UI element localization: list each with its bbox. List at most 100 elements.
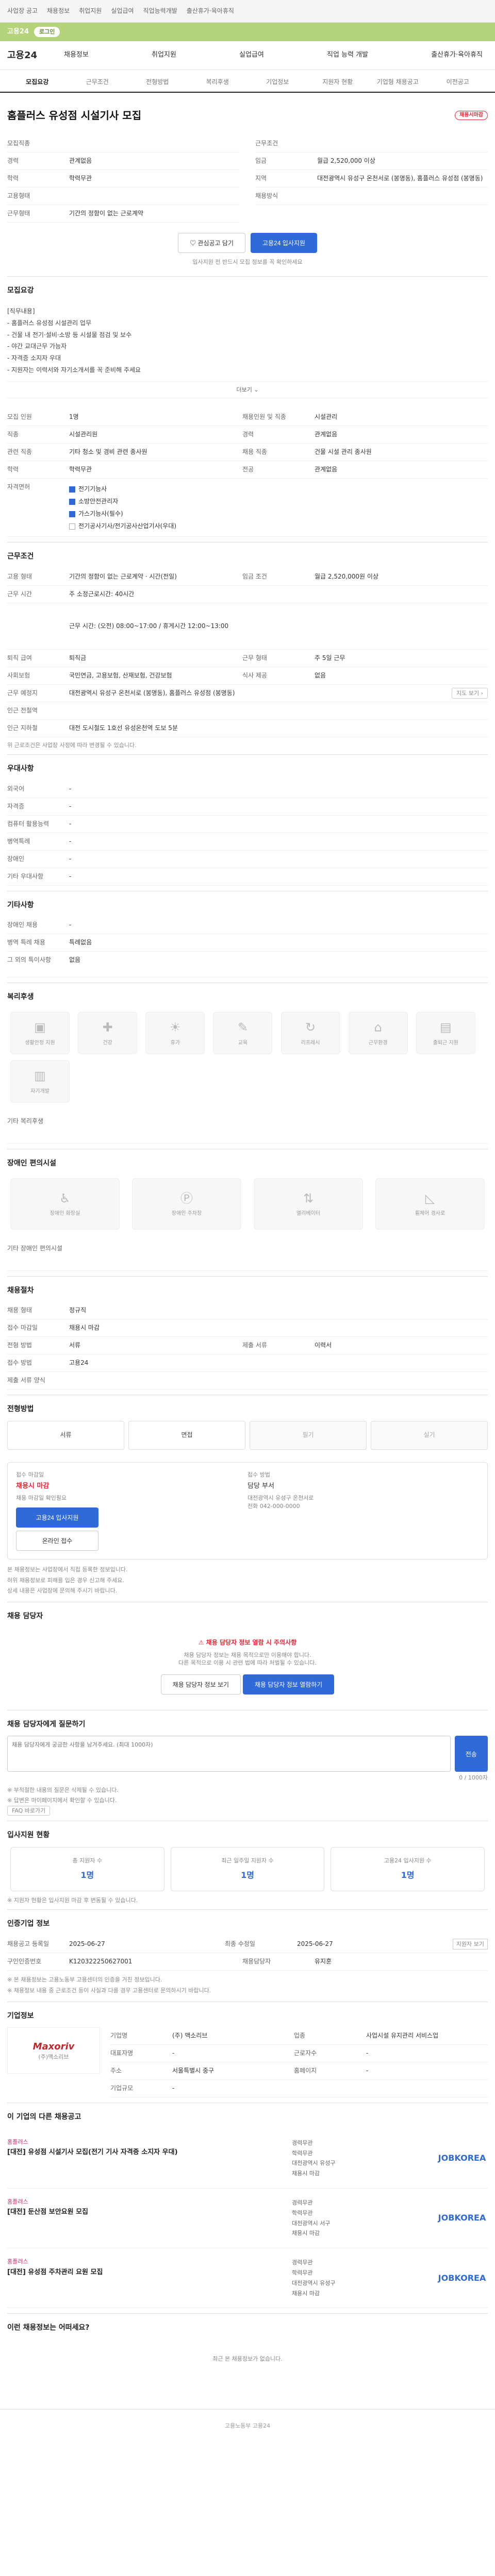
recruit-heading: 모집요강 xyxy=(7,286,34,295)
work-note: 위 근로조건은 사업장 사정에 따라 변경될 수 있습니다. xyxy=(7,741,137,749)
tab-conditions[interactable]: 근무조건 xyxy=(68,78,128,92)
wheelchair-icon: ♿ xyxy=(59,1191,71,1206)
welfare-item: ✎ 교육 xyxy=(213,1011,273,1054)
top-link-2[interactable]: 채용정보 xyxy=(47,7,70,15)
job-header: 홈플러스 유성점 시설기사 모집 채용시마감 모집직종 경력 관계없음 학력 학력무관… xyxy=(7,93,488,276)
license-item: 가스기능사(필수) xyxy=(69,507,488,520)
company-section: 기업정보 Maxoriv (주)맥소리브 기업명 (주) 맥소리브 업종 사업시설 유… xyxy=(7,2001,488,2103)
job-card[interactable]: 홈플러스 [대전] 유성점 주차관리 요원 모집 경력무관 학력무관 대전광역시 유성… xyxy=(7,2248,488,2309)
open-manager-button[interactable]: 채용 담당자 정보 열람하기 xyxy=(242,1674,335,1694)
nav-item-support[interactable]: 취업지원 xyxy=(152,50,176,60)
checkbox-icon xyxy=(69,523,75,530)
jobkorea-logo: JOBKOREA xyxy=(438,2213,486,2223)
nav-item-leave[interactable]: 출산휴가·육아휴직 xyxy=(431,50,483,60)
apply-contact-box: 접수 마감일 채용시 마감 채용 마감일 확인필요 고용24 입사지원 온라인 … xyxy=(7,1462,488,1560)
license-item: 전기공사기사/전기공사산업기사(우대) xyxy=(69,520,488,532)
apply-button-2[interactable]: 고용24 입사지원 xyxy=(16,1507,98,1528)
deadline-badge: 채용시마감 xyxy=(455,111,488,120)
empty-message: 최근 본 채용정보가 없습니다. xyxy=(212,2355,283,2362)
tab-recruit[interactable]: 모집요강 xyxy=(7,78,68,92)
question-input[interactable] xyxy=(7,1736,451,1772)
refresh-icon: ↻ xyxy=(305,1020,316,1035)
welfare-item: ▥ 자기개발 xyxy=(10,1060,70,1103)
welfare-item: ✚ 건강 xyxy=(78,1011,138,1054)
salary-value: 월급 2,520,000 이상 xyxy=(317,157,375,165)
steps-section: 전형방법 서류 면접 필기 실기 접수 마감일 채용시 마감 채용 마감일 확인… xyxy=(7,1395,488,1602)
step-interview: 면접 xyxy=(128,1420,245,1450)
applicant-count: 1명 xyxy=(80,1870,94,1880)
nav-item-benefit[interactable]: 실업급여 xyxy=(239,50,264,60)
step-written: 필기 xyxy=(250,1420,367,1450)
more-button[interactable]: 더보기 ⌄ xyxy=(7,381,488,399)
send-button[interactable]: 전송 xyxy=(454,1736,488,1772)
scrap-button[interactable]: ♡ 관심공고 담기 xyxy=(178,233,245,253)
process-section: 채용절차 채용 형태 정규직 접수 마감일 채용시 마감 전형 방법 서류 제출 서류 이… xyxy=(7,1276,488,1395)
work-section: 근무조건 고용 형태 기간의 정함이 없는 근로계약 · 시간(전일) 임금 조건 월… xyxy=(7,542,488,754)
wallet-icon: ▣ xyxy=(34,1020,46,1035)
top-link-4[interactable]: 실업급여 xyxy=(111,7,134,15)
welfare-item: ⌂ 근무환경 xyxy=(348,1011,408,1054)
footer: 고용노동부 고용24 xyxy=(0,2409,495,2492)
bus-icon: ▤ xyxy=(440,1020,452,1035)
job-card[interactable]: 홈플러스 [대전] 둔산점 보안요원 모집 경력무관 학력무관 대전광역시 서구 채용시… xyxy=(7,2189,488,2249)
education-value: 학력무관 xyxy=(69,175,92,182)
site-logo[interactable]: 고용24 xyxy=(7,49,64,62)
recruit-section: 모집요강 [직무내용] - 홈플러스 유성점 시설관리 업무 - 건물 내 전기… xyxy=(7,276,488,542)
apply-note: 입사지원 전 반드시 모집 정보를 꼭 확인하세요 xyxy=(192,259,303,265)
license-item: 전기기능사 xyxy=(69,483,488,495)
char-count: 0 / 1000자 xyxy=(459,1774,488,1782)
other-jobs-section: 이 기업의 다른 채용공고 홈플러스 [대전] 유성점 시설기사 모집(전기 기사… xyxy=(7,2103,488,2313)
disability-section: 장애인 편의시설 ♿ 장애인 화장실 Ⓟ 장애인 주차장 ⇅ 엘리베이터 ◺ 휠체어 경… xyxy=(7,1148,488,1276)
welfare-item: ↻ 리프레시 xyxy=(280,1011,340,1054)
warning-icon: ⚠ xyxy=(198,1638,206,1646)
step-practical: 실기 xyxy=(371,1420,488,1450)
etc-section: 기타사항 장애인 채용 - 병역 특례 채용 특례없음 그 외의 특이사항 없음 xyxy=(7,890,488,983)
qna-section: 채용 담당자에게 질문하기 전송 0 / 1000자 ※ 부적절한 내용의 질문… xyxy=(7,1709,488,1821)
heart-icon: ♡ xyxy=(190,240,198,247)
jobkorea-logo: JOBKOREA xyxy=(438,2273,486,2283)
office-icon: ⌂ xyxy=(374,1020,382,1035)
nav-menu: 채용정보 취업지원 실업급여 직업 능력 개발 출산휴가·육아휴직 xyxy=(64,50,488,60)
preference-section: 우대사항 외국어 - 자격증 - 컴퓨터 활용능력 - 병역특례 - 장애인 - 기타 우… xyxy=(7,754,488,891)
banner-text: 고용24 xyxy=(7,27,29,36)
nav-item-jobs[interactable]: 채용정보 xyxy=(64,50,89,60)
nav-item-training[interactable]: 직업 능력 개발 xyxy=(327,50,368,60)
elevator-icon: ⇅ xyxy=(303,1191,314,1206)
faq-link[interactable]: FAQ 바로가기 xyxy=(7,1806,51,1816)
tab-welfare[interactable]: 복리후생 xyxy=(188,78,248,92)
top-link-6[interactable]: 출산휴가·육아휴직 xyxy=(187,7,234,15)
company-logo: Maxoriv (주)맥소리브 xyxy=(7,2027,100,2074)
apply-button[interactable]: 고용24 입사지원 xyxy=(250,233,317,253)
welfare-item: ☀ 휴가 xyxy=(145,1011,205,1054)
top-utility-bar: 사업장 공고 채용정보 취업지원 실업급여 직업능력개발 출산휴가·육아휴직 xyxy=(0,0,495,23)
online-apply-button[interactable]: 온라인 접수 xyxy=(16,1530,98,1551)
job-card[interactable]: 홈플러스 [대전] 유성점 시설기사 모집(전기 기사 자격증 소지자 우대) 경… xyxy=(7,2129,488,2189)
tab-applicants[interactable]: 지원자 현황 xyxy=(308,78,368,92)
top-link-5[interactable]: 직업능력개발 xyxy=(143,7,177,15)
facility-item: ⇅ 엘리베이터 xyxy=(254,1178,363,1230)
welfare-item: ▤ 출퇴근 지원 xyxy=(416,1011,475,1054)
ramp-icon: ◺ xyxy=(425,1191,435,1206)
green-banner: 고용24 로그인 xyxy=(0,23,495,41)
section-tabs: 모집요강 근무조건 전형방법 복리후생 기업정보 지원자 현황 기업형 채용공고… xyxy=(0,70,495,93)
check-icon xyxy=(69,486,75,493)
info-section: 인증기업 정보 채용공고 등록일 2025-06-27 최종 수정일 2025-06-… xyxy=(7,1909,488,2001)
license-item: 소방안전관리자 xyxy=(69,495,488,507)
tab-previous[interactable]: 이전공고 xyxy=(428,78,488,92)
health-icon: ✚ xyxy=(102,1020,113,1035)
chevron-down-icon: ⌄ xyxy=(254,386,259,393)
vacation-icon: ☀ xyxy=(170,1020,181,1035)
login-button[interactable]: 로그인 xyxy=(34,27,60,37)
work-heading: 근무조건 xyxy=(7,552,34,561)
tab-selection[interactable]: 전형방법 xyxy=(127,78,188,92)
view-manager-button[interactable]: 채용 담당자 정보 보기 xyxy=(160,1674,241,1694)
tab-corporate[interactable]: 기업형 채용공고 xyxy=(368,78,428,92)
top-link-3[interactable]: 취업지원 xyxy=(79,7,102,15)
summary-label: 모집직종 xyxy=(7,140,30,147)
top-link-1[interactable]: 사업장 공고 xyxy=(7,7,38,15)
welfare-item: ▣ 생활안정 지원 xyxy=(10,1011,70,1054)
tab-company[interactable]: 기업정보 xyxy=(248,78,308,92)
main-nav: 고용24 채용정보 취업지원 실업급여 직업 능력 개발 출산휴가·육아휴직 xyxy=(0,41,495,70)
facility-item: ◺ 휠체어 경사로 xyxy=(375,1178,485,1230)
map-button[interactable]: 지도 보기 › xyxy=(452,687,488,699)
